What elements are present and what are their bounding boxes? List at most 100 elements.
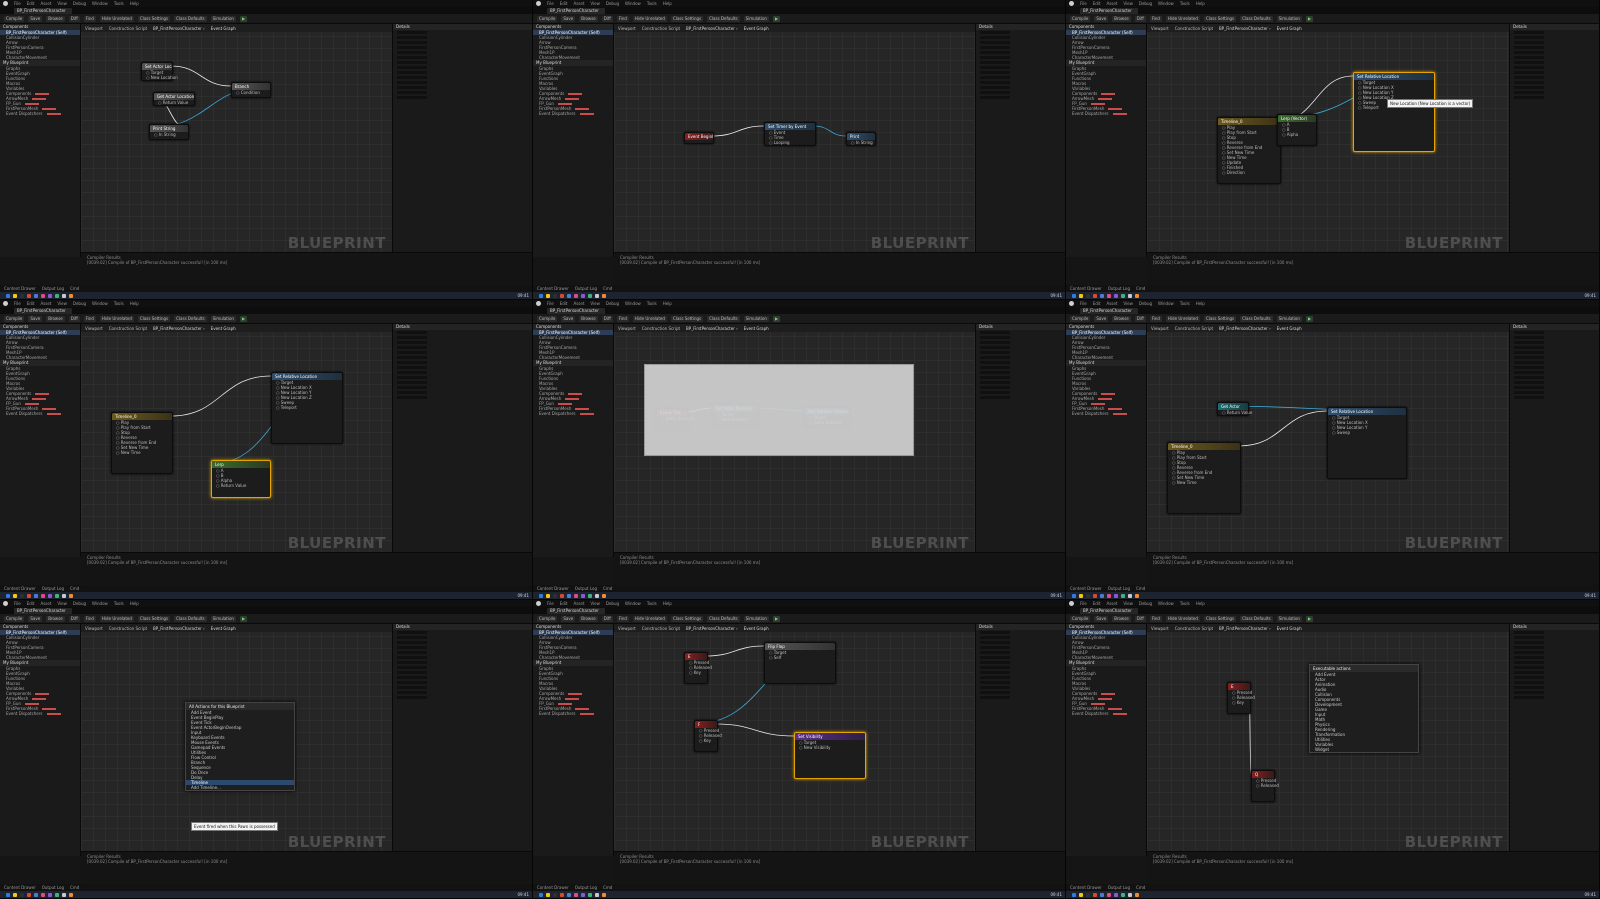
play-button[interactable]: ▶ <box>239 15 248 22</box>
class-settings-button[interactable]: Class Settings <box>670 615 704 622</box>
menu-item-tools[interactable]: Tools <box>114 601 124 606</box>
context-action-menu[interactable]: All Actions for this Blueprint Add Event E… <box>185 702 295 791</box>
node-pin[interactable]: ○ In String <box>150 132 188 137</box>
details-field[interactable] <box>397 91 427 94</box>
find-button[interactable]: Find <box>83 15 96 22</box>
taskbar-app-icon[interactable] <box>1135 293 1139 298</box>
menu-item-asset[interactable]: Asset <box>1106 1 1117 6</box>
menu-item-file[interactable]: File <box>547 301 554 306</box>
menu-item-window[interactable]: Window <box>92 1 108 6</box>
class-defaults-button[interactable]: Class Defaults <box>707 315 740 322</box>
taskbar-app-icon[interactable] <box>48 892 52 897</box>
graph-node[interactable]: Set Relative Location ○ Target ○ New Locat… <box>1353 72 1435 152</box>
taskbar-app-icon[interactable] <box>546 593 550 598</box>
menu-item-file[interactable]: File <box>1080 601 1087 606</box>
details-field[interactable] <box>397 31 427 34</box>
taskbar-app-icon[interactable] <box>1093 593 1097 598</box>
taskbar-app-icon[interactable] <box>1072 293 1076 298</box>
details-field[interactable] <box>980 636 1010 639</box>
details-field[interactable] <box>397 686 427 689</box>
details-field[interactable] <box>980 396 1010 399</box>
menu-item-asset[interactable]: Asset <box>1106 601 1117 606</box>
details-field[interactable] <box>397 661 427 664</box>
hide-unrelated-button[interactable]: Hide Unrelated <box>1165 315 1200 322</box>
taskbar-app-icon[interactable] <box>602 892 606 897</box>
details-field[interactable] <box>397 396 427 399</box>
details-field[interactable] <box>1514 91 1544 94</box>
graph-editor[interactable]: Viewport Construction Script BP_FirstPerso… <box>81 624 392 856</box>
details-field[interactable] <box>1514 61 1544 64</box>
taskbar-app-icon[interactable] <box>1072 892 1076 897</box>
taskbar-app-icon[interactable] <box>602 293 606 298</box>
taskbar-app-icon[interactable] <box>546 892 550 897</box>
details-field[interactable] <box>397 691 427 694</box>
graph-node[interactable]: E ○ Pressed ○ Released ○ Key <box>684 652 712 684</box>
node-pin[interactable]: ○ Teleport <box>272 405 342 410</box>
play-button[interactable]: ▶ <box>772 315 781 322</box>
details-field[interactable] <box>980 651 1010 654</box>
taskbar-app-icon[interactable] <box>1100 892 1104 897</box>
taskbar-app-icon[interactable] <box>27 892 31 897</box>
details-field[interactable] <box>1514 356 1544 359</box>
play-button[interactable]: ▶ <box>1305 315 1314 322</box>
details-field[interactable] <box>397 56 427 59</box>
graph-editor[interactable]: Viewport Construction Script BP_FirstPerso… <box>614 24 975 257</box>
details-field[interactable] <box>1514 336 1544 339</box>
graph-node[interactable]: Event BeginPlay <box>684 132 714 144</box>
graph-node[interactable]: Print String ○ In String <box>149 124 189 140</box>
drawer-output-log-button[interactable]: Output Log <box>42 286 64 291</box>
play-button[interactable]: ▶ <box>239 315 248 322</box>
taskbar-app-icon[interactable] <box>13 593 17 598</box>
menu-item-debug[interactable]: Debug <box>606 301 619 306</box>
details-field[interactable] <box>980 386 1010 389</box>
details-field[interactable] <box>980 51 1010 54</box>
compile-button[interactable]: Compile <box>4 15 25 22</box>
menu-item-debug[interactable]: Debug <box>606 601 619 606</box>
save-button[interactable]: Save <box>1094 615 1109 622</box>
find-button[interactable]: Find <box>83 615 96 622</box>
simulation-button[interactable]: Simulation <box>1276 615 1302 622</box>
menu-item-help[interactable]: Help <box>130 1 139 6</box>
taskbar-app-icon[interactable] <box>6 293 10 298</box>
details-field[interactable] <box>980 366 1010 369</box>
details-field[interactable] <box>1514 66 1544 69</box>
compile-button[interactable]: Compile <box>4 615 25 622</box>
menu-item-view[interactable]: View <box>590 601 600 606</box>
details-field[interactable] <box>1514 71 1544 74</box>
details-field[interactable] <box>1514 661 1544 664</box>
menu-item-debug[interactable]: Debug <box>1139 301 1152 306</box>
compile-button[interactable]: Compile <box>4 315 25 322</box>
details-field[interactable] <box>1514 696 1544 699</box>
menu-item-view[interactable]: View <box>57 1 67 6</box>
graph-node[interactable]: Set Relative Location ○ Target ○ New Locat… <box>1327 407 1407 479</box>
taskbar-app-icon[interactable] <box>1086 892 1090 897</box>
graph-node[interactable]: Set Actor Location○ Target○ New Location <box>141 62 178 81</box>
node-pin[interactable]: ○ Key <box>685 670 707 675</box>
details-field[interactable] <box>397 646 427 649</box>
taskbar-app-icon[interactable] <box>6 892 10 897</box>
details-field[interactable] <box>1514 346 1544 349</box>
details-field[interactable] <box>397 41 427 44</box>
graph-node[interactable]: Timeline_0 ○ Play ○ Play from Start ○ Stop ○… <box>1217 117 1281 184</box>
tree-item[interactable]: Event Dispatchers <box>533 711 613 716</box>
taskbar-app-icon[interactable] <box>1079 892 1083 897</box>
taskbar-app-icon[interactable] <box>1072 593 1076 598</box>
graph-node[interactable]: E ○ Pressed ○ Released ○ Key <box>1227 682 1255 714</box>
taskbar-app-icon[interactable] <box>34 892 38 897</box>
drawer-content-drawer-button[interactable]: Content Drawer <box>537 586 569 591</box>
graph-node[interactable]: Timeline_0 ○ Play ○ Play from Start ○ Stop ○… <box>1167 442 1241 514</box>
details-field[interactable] <box>1514 351 1544 354</box>
details-field[interactable] <box>1514 46 1544 49</box>
graph-editor[interactable]: Viewport Construction Script BP_FirstPerso… <box>1147 24 1509 257</box>
taskbar-app-icon[interactable] <box>1079 293 1083 298</box>
menu-item-help[interactable]: Help <box>130 301 139 306</box>
menu-item-edit[interactable]: Edit <box>560 1 568 6</box>
menu-item-file[interactable]: File <box>547 1 554 6</box>
play-button[interactable]: ▶ <box>772 615 781 622</box>
menu-item-window[interactable]: Window <box>625 301 641 306</box>
details-field[interactable] <box>397 676 427 679</box>
details-field[interactable] <box>397 376 427 379</box>
details-field[interactable] <box>397 336 427 339</box>
drawer-cmd-button[interactable]: Cmd <box>603 586 612 591</box>
taskbar-app-icon[interactable] <box>595 892 599 897</box>
